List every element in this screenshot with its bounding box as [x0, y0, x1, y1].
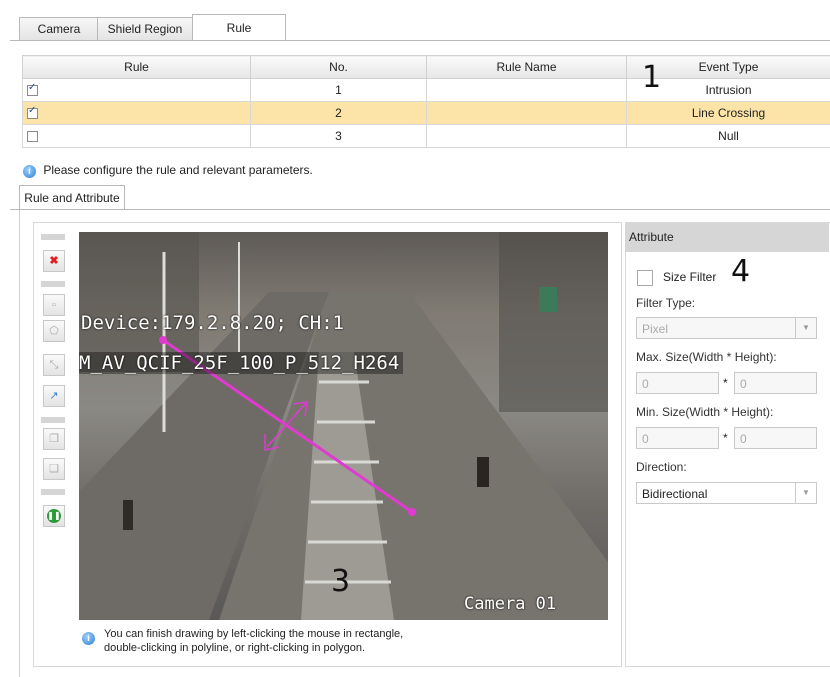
filter-type-select[interactable]: Pixel ▼ [636, 317, 817, 339]
times-sign: * [723, 376, 728, 390]
table-row[interactable]: 2 Line Crossing [22, 101, 830, 125]
min-height-input[interactable]: 0 [734, 427, 817, 449]
delete-icon[interactable]: ✖ [43, 250, 65, 272]
table-row[interactable]: 1 Intrusion [22, 78, 830, 102]
drawing-hint: You can finish drawing by left-clicking … [104, 627, 403, 655]
osd-device: Device:179.2.8.20; CH:1 [81, 312, 345, 334]
rule-no: 3 [250, 124, 427, 148]
drawing-hint-line-1: You can finish drawing by left-clicking … [104, 628, 404, 640]
column-header-rule-name[interactable]: Rule Name [426, 55, 627, 79]
table-header-row: Rule No. Rule Name Event Type [22, 55, 830, 79]
rule-table: Rule No. Rule Name Event Type 1 Intrusio… [22, 55, 830, 148]
paste-icon[interactable]: ❑ [43, 458, 65, 480]
rule-checkbox-1[interactable] [27, 82, 38, 97]
column-header-no[interactable]: No. [250, 55, 427, 79]
pause-icon: ❚❚ [47, 509, 61, 524]
min-width-input[interactable]: 0 [636, 427, 719, 449]
tab-camera[interactable]: Camera [19, 17, 99, 40]
event-type-cell[interactable]: Null [626, 124, 830, 148]
rule-checkbox-2[interactable] [27, 105, 38, 120]
drawing-hint-line-2: double-clicking in polyline, or right-cl… [104, 642, 366, 654]
info-line: i Please configure the rule and relevant… [23, 163, 313, 178]
tab-divider [10, 40, 830, 41]
annotation-4: 4 [731, 254, 751, 289]
osd-stream: M_AV_QCIF_25F_100_P_512_H264 [79, 352, 404, 374]
video-view[interactable]: Device:179.2.8.20; CH:1 M_AV_QCIF_25F_10… [79, 232, 608, 620]
filter-type-label: Filter Type: [636, 296, 696, 310]
osd-camera: Camera 01 [464, 594, 557, 614]
attribute-title: Attribute [625, 223, 829, 252]
draw-line-icon[interactable]: ↗ [43, 385, 65, 407]
column-header-rule[interactable]: Rule [22, 55, 251, 79]
toolbar-separator [41, 281, 65, 287]
info-text: Please configure the rule and relevant p… [43, 163, 313, 177]
chevron-down-icon: ▼ [795, 318, 816, 338]
subtab-rule-and-attribute[interactable]: Rule and Attribute [19, 185, 125, 210]
rule-no: 1 [250, 78, 427, 102]
content-border [19, 210, 20, 677]
tab-rule[interactable]: Rule [192, 14, 286, 41]
min-size-label: Min. Size(Width * Height): [636, 405, 774, 419]
toolbar-separator [41, 234, 65, 240]
copy-icon[interactable]: ❐ [43, 428, 65, 450]
max-size-label: Max. Size(Width * Height): [636, 350, 777, 364]
rule-name-cell[interactable] [426, 101, 627, 125]
polyline-icon[interactable]: ⤡ [43, 354, 65, 376]
polygon-icon[interactable]: ⬠ [43, 320, 65, 342]
annotation-1: 1 [642, 60, 662, 95]
subtab-divider [10, 209, 830, 210]
video-scene [79, 232, 608, 620]
chevron-down-icon: ▼ [795, 483, 816, 503]
info-icon: i [23, 165, 36, 178]
direction-value: Bidirectional [642, 487, 708, 501]
rule-name-cell[interactable] [426, 124, 627, 148]
rule-no: 2 [250, 101, 427, 125]
rule-name-cell[interactable] [426, 78, 627, 102]
max-height-input[interactable]: 0 [734, 372, 817, 394]
pause-button[interactable]: ❚❚ [43, 505, 65, 527]
toolbar-separator [41, 417, 65, 423]
table-row[interactable]: 3 Null [22, 124, 830, 148]
max-width-input[interactable]: 0 [636, 372, 719, 394]
filter-type-value: Pixel [642, 322, 669, 336]
direction-select[interactable]: Bidirectional ▼ [636, 482, 817, 504]
rectangle-icon[interactable]: ▫ [43, 294, 65, 316]
info-icon: i [82, 630, 95, 645]
annotation-3: 3 [331, 564, 351, 599]
rule-checkbox-3[interactable] [27, 131, 38, 143]
direction-label: Direction: [636, 460, 687, 474]
toolbar-separator [41, 489, 65, 495]
times-sign: * [723, 431, 728, 445]
event-type-cell[interactable]: Line Crossing [626, 101, 830, 125]
size-filter-checkbox[interactable] [637, 270, 653, 286]
size-filter-label: Size Filter [663, 270, 717, 284]
tab-shield-region[interactable]: Shield Region [97, 17, 193, 40]
